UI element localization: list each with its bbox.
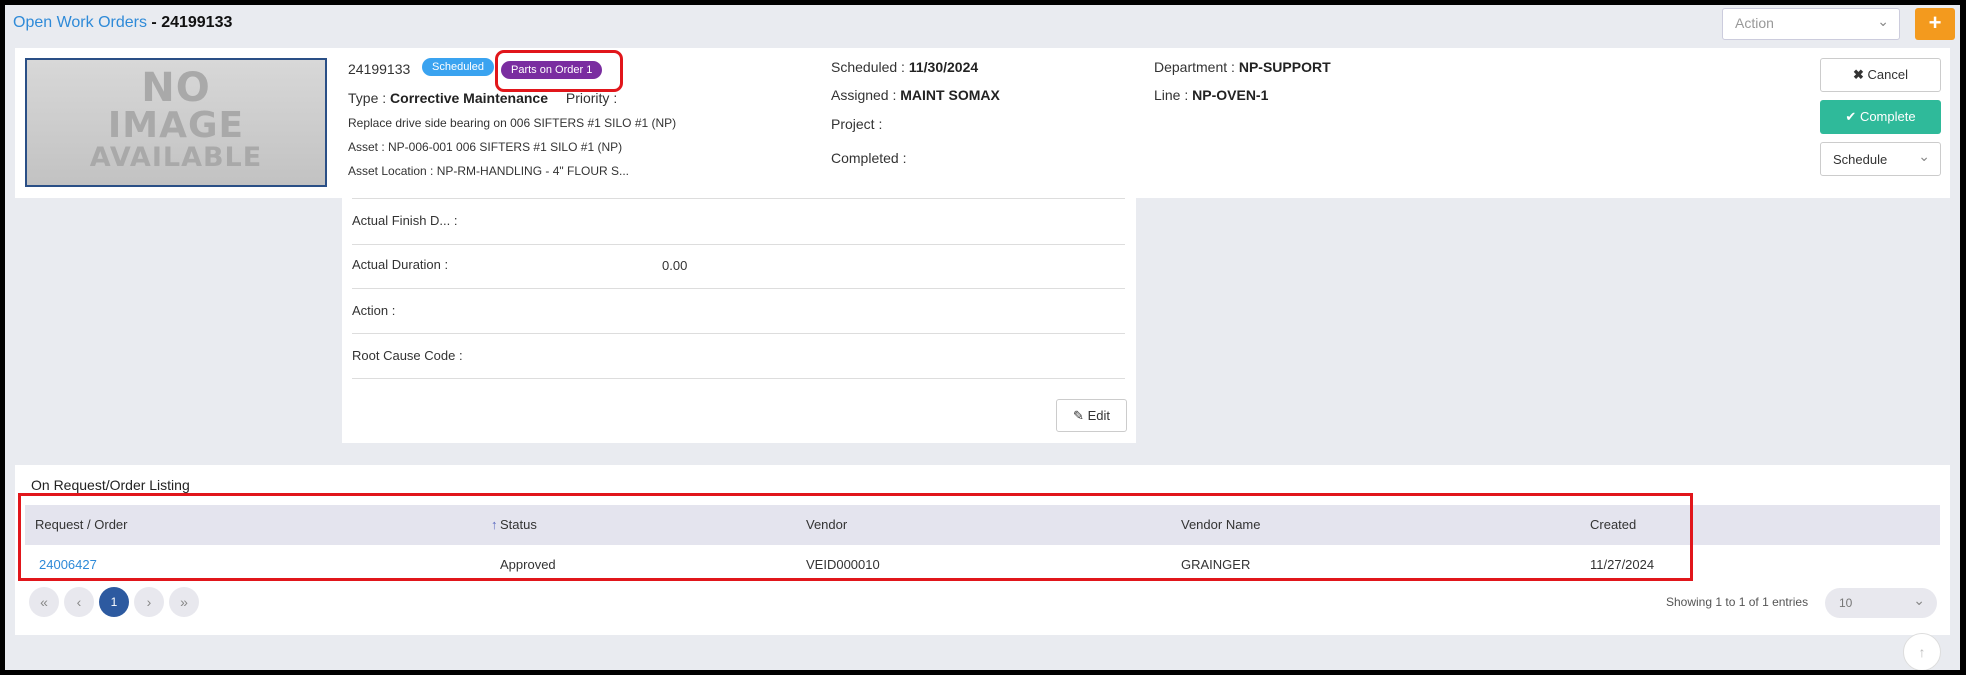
department-field: Department : NP-SUPPORT (1154, 59, 1331, 75)
breadcrumb-link[interactable]: Open Work Orders (13, 14, 147, 31)
complete-button[interactable]: ✔ Complete (1820, 100, 1941, 134)
priority-label: Priority : (565, 90, 618, 106)
chevron-down-icon: ⌄ (1877, 13, 1889, 29)
type-value: Corrective Maintenance (390, 90, 548, 106)
assigned-label: Assigned : (831, 87, 897, 103)
asset: Asset : NP-006-001 006 SIFTERS #1 SILO #… (348, 140, 623, 154)
schedule-label: Schedule (1833, 152, 1888, 167)
times-icon: ✖ (1853, 67, 1864, 82)
assigned-value: MAINT SOMAX (900, 87, 1000, 103)
no-image-line-1: NO (141, 65, 211, 111)
line-label: Line : (1154, 87, 1189, 103)
no-image-placeholder: NO IMAGE AVAILABLE (25, 58, 327, 187)
page-size-value: 10 (1839, 596, 1853, 610)
first-page-button[interactable]: « (29, 587, 59, 617)
action-row: Action : (352, 288, 1125, 334)
scheduled-field: Scheduled : 11/30/2024 (831, 59, 978, 75)
complete-label: Complete (1859, 109, 1916, 124)
no-image-line-3: AVAILABLE (89, 142, 263, 173)
type-label: Type : (348, 90, 387, 106)
highlight-parts-badge (495, 50, 623, 92)
chevron-down-icon: ⌄ (1913, 592, 1925, 608)
assigned-field: Assigned : MAINT SOMAX (831, 87, 1000, 103)
line-field: Line : NP-OVEN-1 (1154, 87, 1268, 103)
current-page-button[interactable]: 1 (99, 587, 129, 617)
asset-location: Asset Location : NP-RM-HANDLING - 4" FLO… (348, 164, 629, 178)
breadcrumb-separator: - (146, 14, 162, 31)
schedule-select[interactable]: Schedule ⌄ (1820, 142, 1941, 176)
department-value: NP-SUPPORT (1238, 59, 1331, 75)
cancel-button[interactable]: ✖ Cancel (1820, 58, 1941, 92)
highlight-order-table (18, 493, 1693, 581)
actual-finish-row: Actual Finish D... : (352, 200, 1125, 245)
line-value: NP-OVEN-1 (1192, 87, 1269, 103)
description: Replace drive side bearing on 006 SIFTER… (348, 116, 677, 130)
no-image-line-2: IMAGE (107, 105, 245, 146)
page-title: 24199133 (161, 14, 233, 31)
status-badge: Scheduled (422, 58, 494, 76)
page-size-select[interactable]: 10 ⌄ (1825, 588, 1937, 618)
edit-label: Edit (1087, 408, 1110, 423)
breadcrumb: Open Work Orders - 24199133 (13, 14, 232, 32)
listing-title: On Request/Order Listing (31, 477, 190, 493)
cancel-label: Cancel (1867, 67, 1908, 82)
prev-page-button[interactable]: ‹ (64, 587, 94, 617)
type-field: Type : Corrective Maintenance Priority : (348, 90, 617, 106)
action-select-value: Action (1735, 15, 1774, 31)
actual-duration-value: 0.00 (662, 258, 688, 273)
next-page-button[interactable]: › (134, 587, 164, 617)
check-icon: ✔ (1845, 109, 1857, 124)
edit-button[interactable]: ✎ Edit (1056, 399, 1127, 432)
project-label: Project : (831, 116, 883, 132)
add-button[interactable]: + (1915, 8, 1955, 40)
scheduled-value: 11/30/2024 (908, 59, 979, 75)
root-cause-label: Root Cause Code : (352, 348, 463, 363)
details-divider-top (352, 198, 1125, 199)
completed-label: Completed : (831, 150, 907, 166)
actual-finish-label: Actual Finish D... : (352, 213, 458, 228)
pencil-icon: ✎ (1073, 408, 1084, 423)
entries-info: Showing 1 to 1 of 1 entries (1666, 595, 1809, 609)
last-page-button[interactable]: » (169, 587, 199, 617)
page-frame: Open Work Orders - 24199133 Action ⌄ + N… (5, 5, 1960, 670)
chevron-down-icon: ⌄ (1918, 148, 1930, 164)
action-label: Action : (352, 303, 396, 318)
actual-duration-row: Actual Duration : 0.00 (352, 244, 1125, 289)
department-label: Department : (1154, 59, 1235, 75)
scheduled-label: Scheduled : (831, 59, 905, 75)
details-panel: Actual Finish D... : Actual Duration : 0… (342, 198, 1136, 443)
scroll-to-top-button[interactable]: ↑ (1903, 633, 1941, 670)
action-select[interactable]: Action ⌄ (1722, 8, 1900, 40)
root-cause-row: Root Cause Code : (352, 333, 1125, 379)
work-order-id: 24199133 (348, 61, 411, 77)
actual-duration-label: Actual Duration : (352, 257, 449, 272)
